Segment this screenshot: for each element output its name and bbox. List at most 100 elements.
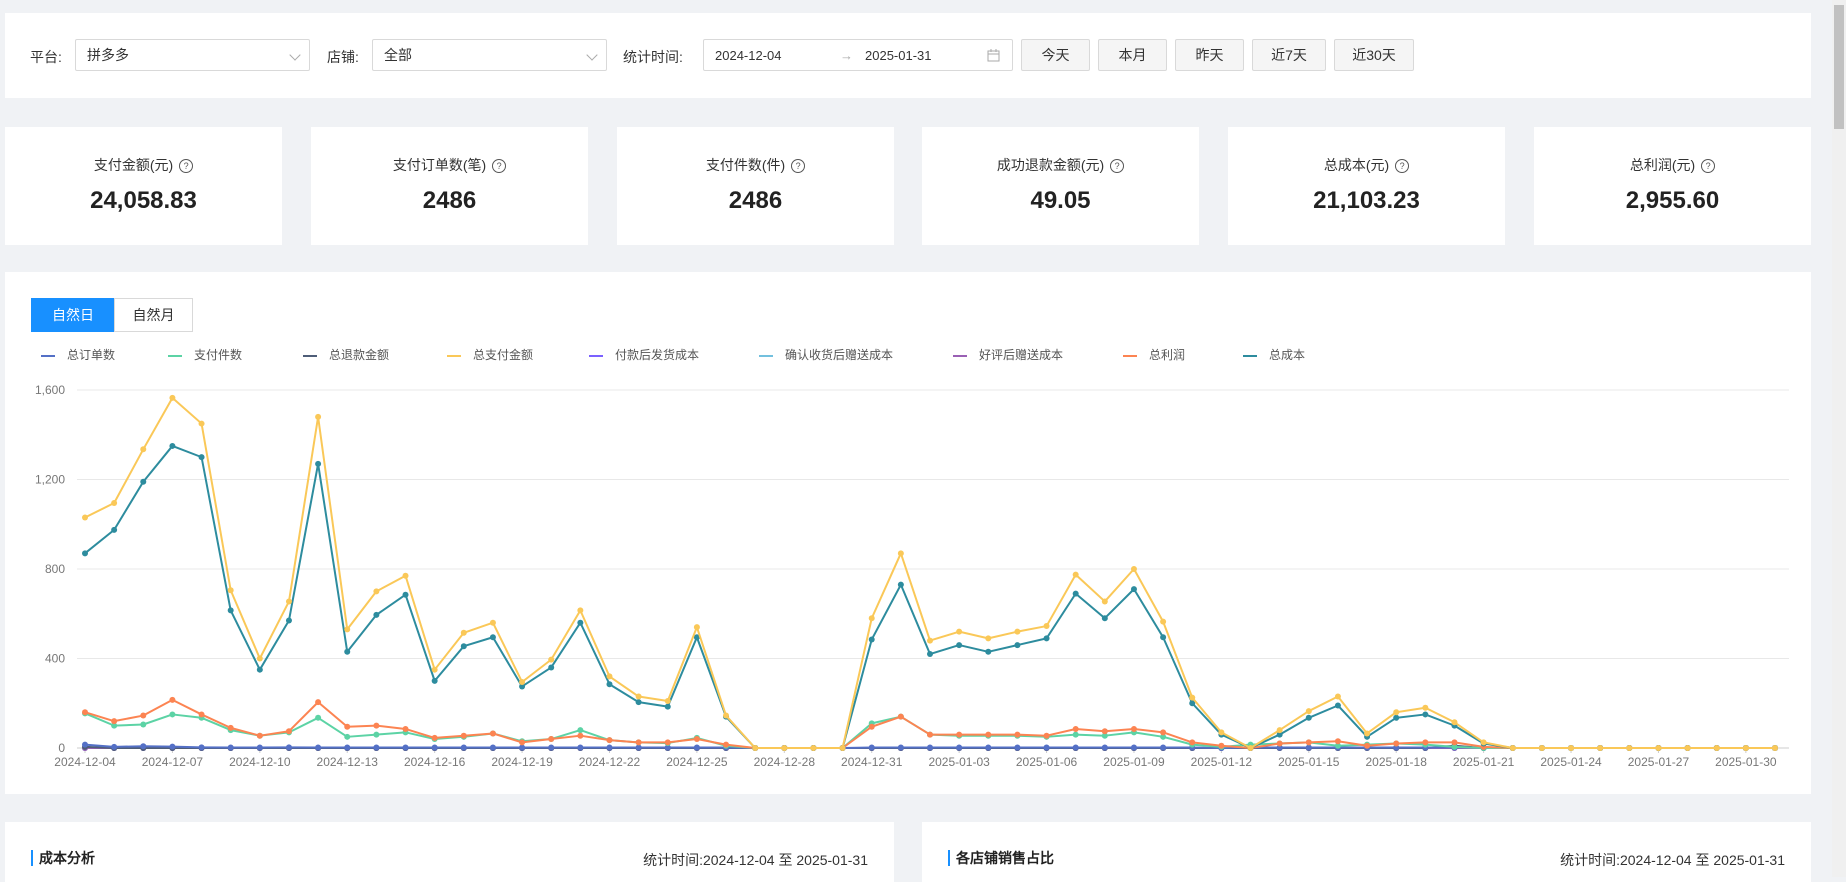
- platform-select[interactable]: 拼多多: [75, 39, 310, 71]
- data-point: [373, 744, 380, 751]
- metric-label: 总成本(元)?: [1228, 155, 1505, 175]
- data-point: [140, 743, 147, 750]
- data-point: [1451, 739, 1458, 746]
- data-point: [402, 744, 409, 751]
- legend-item[interactable]: 总退款金额: [303, 346, 389, 363]
- help-icon[interactable]: ?: [492, 159, 507, 173]
- shop-select[interactable]: 全部: [372, 39, 607, 71]
- data-point: [606, 744, 613, 751]
- shop-select-value: 全部: [384, 47, 412, 63]
- metric-label-text: 支付件数(件): [705, 157, 786, 173]
- data-point: [577, 607, 584, 614]
- tab-natural-month[interactable]: 自然月: [114, 298, 193, 332]
- help-icon[interactable]: ?: [1701, 159, 1716, 173]
- data-point: [285, 728, 292, 735]
- legend-item[interactable]: 确认收货后赠送成本: [759, 346, 893, 363]
- data-point: [577, 727, 584, 734]
- data-point: [111, 526, 118, 533]
- data-point: [315, 744, 322, 751]
- data-point: [1101, 728, 1108, 735]
- this-month-button[interactable]: 本月: [1098, 39, 1167, 71]
- data-point: [344, 733, 351, 740]
- data-point: [460, 629, 467, 636]
- data-point: [519, 744, 526, 751]
- scrollbar-thumb[interactable]: [1834, 5, 1844, 129]
- data-point: [140, 446, 147, 453]
- date-range-picker[interactable]: 2024-12-04 → 2025-01-31: [703, 39, 1013, 71]
- data-point: [985, 648, 992, 655]
- last-7-days-button[interactable]: 近7天: [1252, 39, 1326, 71]
- platform-select-value: 拼多多: [87, 47, 129, 63]
- y-tick-label: 400: [45, 652, 65, 666]
- data-point: [606, 737, 613, 744]
- data-point: [140, 712, 147, 719]
- data-point: [1160, 634, 1167, 641]
- data-point: [577, 732, 584, 739]
- shop-sales-share-title: 各店铺销售占比: [948, 850, 1054, 866]
- data-point: [868, 615, 875, 622]
- legend-item[interactable]: 总支付金额: [447, 346, 533, 363]
- data-point: [344, 744, 351, 751]
- tab-natural-day[interactable]: 自然日: [31, 298, 115, 332]
- data-point: [1130, 566, 1137, 572]
- x-tick-label: 2024-12-04: [54, 755, 116, 769]
- data-point: [1072, 590, 1079, 597]
- x-tick-label: 2025-01-21: [1453, 755, 1515, 769]
- data-point: [344, 648, 351, 655]
- data-point: [111, 499, 118, 506]
- x-tick-label: 2024-12-28: [754, 755, 816, 769]
- date-start-input[interactable]: 2024-12-04: [715, 48, 782, 63]
- trend-line-chart: 0 400 800 1,200 1,600 2024-12-04 2024-12-07 202…: [35, 383, 1789, 769]
- data-point: [664, 703, 671, 710]
- legend-item[interactable]: 支付件数: [168, 346, 242, 363]
- metric-card-total-cost: 总成本(元)? 21,103.23: [1228, 127, 1505, 245]
- legend-item[interactable]: 付款后发货成本: [589, 346, 699, 363]
- data-point: [1276, 740, 1283, 747]
- x-tick-label: 2025-01-03: [928, 755, 990, 769]
- data-point: [169, 711, 176, 718]
- legend-item[interactable]: 总订单数: [41, 346, 115, 363]
- data-point: [111, 743, 118, 750]
- y-tick-label: 1,200: [35, 473, 65, 487]
- data-point: [897, 581, 904, 588]
- data-point: [985, 635, 992, 642]
- data-point: [1014, 731, 1021, 738]
- today-button[interactable]: 今天: [1021, 39, 1090, 71]
- y-tick-label: 1,600: [35, 383, 65, 397]
- data-point: [927, 731, 933, 738]
- legend-item[interactable]: 总利润: [1123, 346, 1185, 363]
- help-icon[interactable]: ?: [1110, 159, 1125, 173]
- x-tick-label: 2025-01-24: [1540, 755, 1602, 769]
- y-tick-label: 0: [58, 741, 65, 755]
- x-tick-label: 2024-12-25: [666, 755, 728, 769]
- data-point: [1130, 744, 1137, 751]
- legend-item[interactable]: 好评后赠送成本: [953, 346, 1063, 363]
- legend-swatch: [589, 354, 603, 357]
- series-line: [84, 444, 1775, 749]
- date-end-input[interactable]: 2025-01-31: [865, 48, 932, 63]
- data-point: [693, 736, 700, 743]
- data-point: [927, 651, 933, 658]
- legend-swatch: [41, 354, 55, 357]
- last-30-days-button[interactable]: 近30天: [1334, 39, 1414, 71]
- x-tick-label: 2024-12-16: [404, 755, 466, 769]
- legend-swatch: [953, 354, 967, 357]
- legend-item[interactable]: 总成本: [1243, 346, 1305, 363]
- legend-label: 总支付金额: [473, 348, 534, 362]
- metric-value: 24,058.83: [90, 187, 197, 214]
- legend-label: 确认收货后赠送成本: [785, 348, 894, 362]
- x-tick-label: 2025-01-12: [1191, 755, 1253, 769]
- data-point: [1014, 628, 1021, 635]
- data-point: [1072, 571, 1079, 578]
- data-point: [460, 732, 467, 739]
- page-scrollbar[interactable]: [1832, 0, 1846, 877]
- help-icon[interactable]: ?: [179, 159, 194, 173]
- help-icon[interactable]: ?: [1395, 159, 1410, 173]
- yesterday-button[interactable]: 昨天: [1175, 39, 1244, 71]
- help-icon[interactable]: ?: [791, 159, 806, 173]
- data-point: [344, 723, 351, 730]
- legend-swatch: [1123, 354, 1137, 357]
- data-point: [1334, 702, 1341, 709]
- legend-label: 总订单数: [67, 348, 116, 362]
- data-point: [1043, 623, 1050, 630]
